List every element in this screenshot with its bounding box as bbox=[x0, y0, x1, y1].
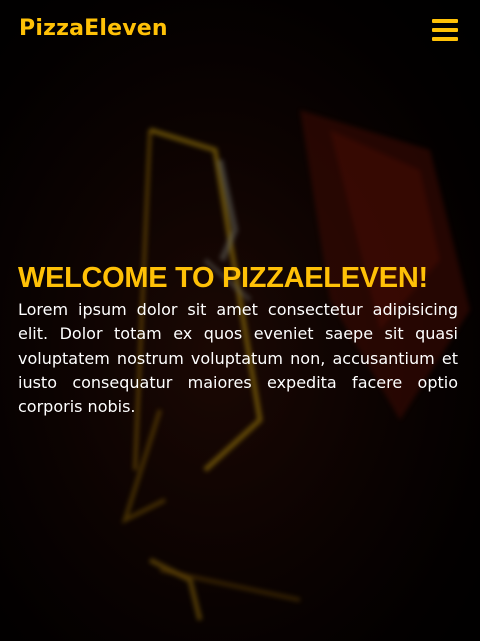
hamburger-menu-icon[interactable] bbox=[432, 19, 458, 41]
hero-section: PizzaEleven WELCOME TO PIZZAELEVEN! Lore… bbox=[0, 0, 480, 641]
hero-title: WELCOME TO PIZZAELEVEN! bbox=[18, 262, 428, 294]
brand-logo[interactable]: PizzaEleven bbox=[19, 16, 168, 41]
hero-content: WELCOME TO PIZZAELEVEN! Lorem ipsum dolo… bbox=[18, 258, 458, 419]
menu-bar bbox=[432, 19, 458, 23]
menu-bar bbox=[432, 28, 458, 32]
menu-bar bbox=[432, 37, 458, 41]
navbar: PizzaEleven bbox=[0, 0, 480, 62]
hero-text: Lorem ipsum dolor sit amet consectetur a… bbox=[18, 300, 458, 417]
